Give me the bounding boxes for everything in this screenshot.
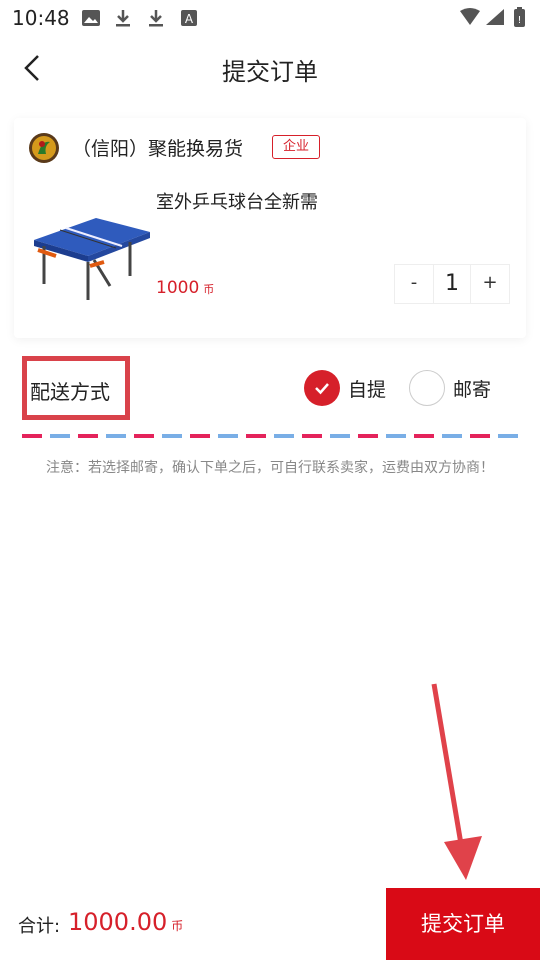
download-icon bbox=[149, 10, 163, 27]
svg-text:!: ! bbox=[517, 15, 521, 26]
svg-text:A: A bbox=[185, 12, 194, 26]
system-status-icons: ! bbox=[460, 7, 525, 27]
increase-button[interactable]: + bbox=[471, 264, 509, 304]
status-bar: 10:48 A ! bbox=[0, 0, 540, 36]
radio-checked[interactable] bbox=[304, 370, 340, 406]
order-item-card: （信阳）聚能换易货 企业 室外乒乓球台全新需 1000 币 - 1 + bbox=[14, 118, 526, 338]
total-amount: 1000.00 币 bbox=[68, 908, 183, 936]
option-label: 自提 bbox=[348, 378, 387, 401]
option-label: 邮寄 bbox=[453, 378, 492, 401]
image-icon bbox=[82, 10, 100, 26]
shop-name[interactable]: （信阳）聚能换易货 bbox=[72, 134, 243, 161]
header: 提交订单 bbox=[0, 36, 540, 100]
submit-order-button[interactable]: 提交订单 bbox=[386, 888, 540, 960]
product-image[interactable] bbox=[30, 204, 154, 304]
total-value: 1000.00 bbox=[68, 908, 168, 936]
delivery-method-row: 配送方式 自提 邮寄 bbox=[14, 350, 526, 420]
font-icon: A bbox=[181, 10, 197, 26]
product-price: 1000 币 bbox=[156, 278, 214, 298]
radio-unchecked[interactable] bbox=[409, 370, 445, 406]
download-icon bbox=[116, 10, 130, 27]
product-name[interactable]: 室外乒乓球台全新需 bbox=[156, 188, 318, 214]
checkout-bar: 合计: 1000.00 币 提交订单 bbox=[0, 888, 540, 960]
check-icon bbox=[315, 383, 329, 395]
decrease-button[interactable]: - bbox=[395, 264, 433, 304]
order-page: 10:48 A ! 提交订单 （信阳）聚能换易货 企业 室外乒乓球台全新需 10… bbox=[0, 0, 540, 960]
option-self-pickup[interactable]: 自提 bbox=[304, 370, 386, 406]
shop-logo bbox=[29, 133, 59, 163]
price-value: 1000 bbox=[156, 278, 200, 298]
price-unit: 币 bbox=[203, 283, 215, 296]
shipping-notice: 注意：若选择邮寄，确认下单之后，可自行联系卖家，运费由双方协商！ bbox=[46, 460, 494, 476]
page-title: 提交订单 bbox=[222, 58, 318, 86]
status-time: 10:48 bbox=[12, 6, 70, 30]
quantity-value[interactable]: 1 bbox=[433, 264, 471, 304]
total-label: 合计: bbox=[18, 916, 61, 937]
dashed-divider bbox=[22, 434, 522, 438]
option-mail[interactable]: 邮寄 bbox=[409, 370, 491, 406]
enterprise-badge: 企业 bbox=[272, 135, 321, 159]
delivery-method-label: 配送方式 bbox=[30, 380, 110, 404]
quantity-stepper: - 1 + bbox=[394, 264, 510, 304]
total-unit: 币 bbox=[171, 919, 184, 933]
annotation-arrow bbox=[431, 683, 482, 880]
